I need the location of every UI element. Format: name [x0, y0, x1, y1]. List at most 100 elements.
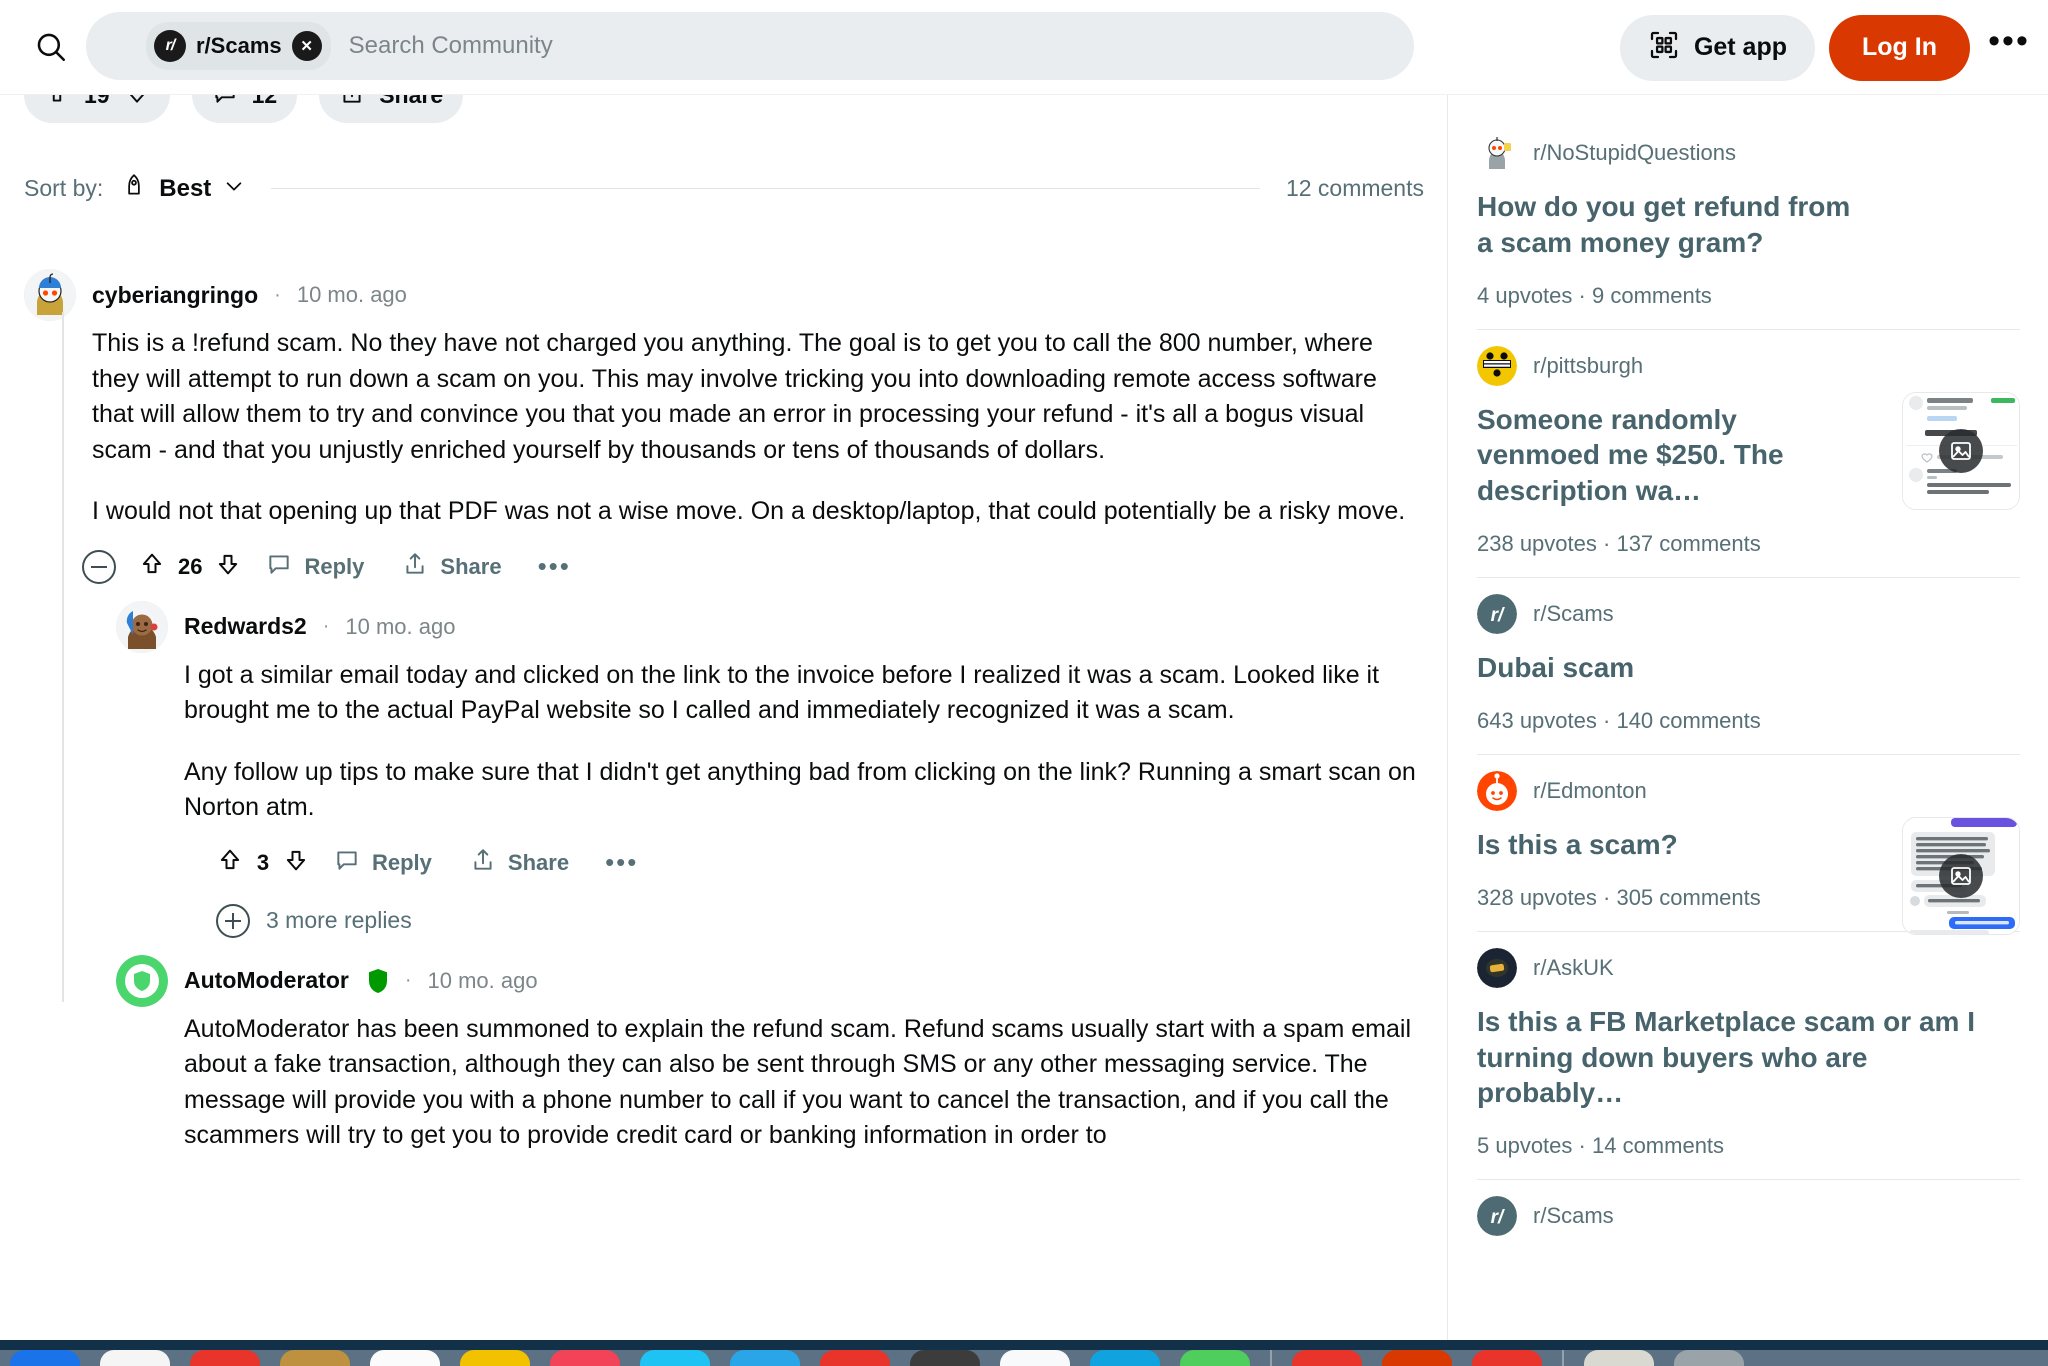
- comment-more-icon[interactable]: •••: [593, 849, 650, 876]
- sidebar-post-thumbnail[interactable]: [1902, 391, 2020, 510]
- dock-icon-whatsapp[interactable]: [1180, 1350, 1250, 1366]
- rocket-icon: [121, 173, 147, 204]
- dock-separator: [1270, 1350, 1272, 1366]
- dock-icon-music[interactable]: [550, 1350, 620, 1366]
- dock-icon-sfr[interactable]: [190, 1350, 260, 1366]
- sort-dropdown[interactable]: Best: [121, 173, 245, 204]
- vote-group: 3: [216, 846, 310, 879]
- comments-column: 19 12: [0, 95, 1448, 1340]
- dock-icon-reminders[interactable]: [460, 1350, 530, 1366]
- search-input[interactable]: [348, 32, 1414, 60]
- comment-score: 3: [256, 849, 270, 875]
- more-replies-button[interactable]: 3 more replies: [116, 892, 1424, 950]
- sidebar-subreddit-name[interactable]: r/pittsburgh: [1533, 353, 1643, 379]
- comment-author[interactable]: cyberiangringo: [92, 282, 258, 309]
- comment-author[interactable]: AutoModerator: [184, 967, 349, 994]
- reply-button[interactable]: Reply: [320, 839, 446, 887]
- comment-paragraph: AutoModerator has been summoned to expla…: [184, 1014, 1412, 1150]
- sidebar-post-title[interactable]: Is this a scam?: [1477, 827, 1867, 863]
- avatar[interactable]: [24, 269, 76, 321]
- sidebar-post-item[interactable]: r/pittsburgh Someone randomly venmoed me…: [1477, 330, 2020, 579]
- dock-icon-recording[interactable]: [1472, 1350, 1542, 1366]
- sidebar-subreddit-name[interactable]: r/NoStupidQuestions: [1533, 140, 1736, 166]
- dock-icon-messages[interactable]: [730, 1350, 800, 1366]
- dock-icon-launchpad[interactable]: [100, 1350, 170, 1366]
- sidebar-post-item[interactable]: r/ r/Scams Dubai scam 643 upvotes · 140 …: [1477, 578, 2020, 755]
- more-options-icon[interactable]: •••: [1984, 18, 2034, 78]
- post-comments-pill[interactable]: 12: [191, 95, 298, 123]
- subreddit-avatar[interactable]: [1477, 133, 1517, 173]
- subreddit-avatar[interactable]: [1477, 770, 1517, 811]
- dock-icon-documents[interactable]: [1584, 1350, 1654, 1366]
- upvote-arrow-icon[interactable]: [44, 95, 70, 111]
- close-icon[interactable]: ✕: [291, 31, 322, 61]
- community-filter-chip[interactable]: r/ r/Scams ✕: [146, 22, 331, 70]
- sidebar-post-title[interactable]: Dubai scam: [1477, 650, 1867, 686]
- downvote-arrow-icon[interactable]: [282, 846, 310, 879]
- separator-dot: ·: [1603, 531, 1617, 557]
- post-vote-pill[interactable]: 19: [24, 95, 170, 123]
- downvote-arrow-icon[interactable]: [214, 550, 242, 583]
- avatar[interactable]: [116, 600, 168, 653]
- subreddit-avatar[interactable]: [1477, 947, 1517, 988]
- post-share-pill[interactable]: Share: [319, 95, 464, 123]
- share-label: Share: [440, 553, 502, 579]
- search-icon[interactable]: [22, 18, 80, 76]
- dock-icon-downloads[interactable]: [1674, 1350, 1744, 1366]
- sidebar-post-item[interactable]: r/Edmonton Is this a scam? 328 upvotes ·…: [1477, 755, 2020, 935]
- sidebar-subreddit-name[interactable]: r/AskUK: [1533, 955, 1614, 981]
- sidebar-post-item[interactable]: r/NoStupidQuestions How do you get refun…: [1477, 117, 2020, 330]
- comment-more-icon[interactable]: •••: [526, 553, 583, 580]
- separator-dot: ·: [1603, 884, 1617, 910]
- sidebar-post-thumbnail[interactable]: [1902, 816, 2020, 935]
- sidebar-subreddit-name[interactable]: r/Edmonton: [1533, 778, 1647, 804]
- upvote-arrow-icon[interactable]: [138, 550, 166, 583]
- subreddit-avatar[interactable]: [1477, 345, 1517, 386]
- dock-icon-terminal[interactable]: [910, 1350, 980, 1366]
- dock-icon-reddit[interactable]: [1382, 1350, 1452, 1366]
- sidebar-upvotes: 5 upvotes: [1477, 1133, 1573, 1159]
- avatar[interactable]: [116, 954, 168, 1007]
- reply-button[interactable]: Reply: [252, 543, 378, 591]
- share-button[interactable]: Share: [456, 839, 583, 887]
- sidebar-post-header: r/ r/Scams: [1477, 594, 2020, 635]
- downvote-arrow-icon[interactable]: [124, 95, 150, 111]
- dock-icon-mail[interactable]: [640, 1350, 710, 1366]
- search-bar[interactable]: r/ r/Scams ✕: [86, 12, 1414, 80]
- dock-icon-notes[interactable]: [280, 1350, 350, 1366]
- share-button[interactable]: Share: [388, 543, 515, 591]
- sidebar-subreddit-name[interactable]: r/Scams: [1533, 1203, 1614, 1229]
- comment-author[interactable]: Redwards2: [184, 613, 307, 640]
- sidebar-post-title[interactable]: Is this a FB Marketplace scam or am I tu…: [1477, 1004, 2020, 1111]
- subreddit-avatar[interactable]: r/: [1477, 1196, 1517, 1237]
- dock-icon-opera[interactable]: [820, 1350, 890, 1366]
- sidebar-post-header: r/ r/Scams: [1477, 1196, 2020, 1237]
- thread-line: [62, 312, 64, 1002]
- dock-icon-finder[interactable]: [10, 1350, 80, 1366]
- subreddit-avatar[interactable]: r/: [1477, 594, 1517, 635]
- dock-icon-skype[interactable]: [1090, 1350, 1160, 1366]
- post-action-bar: 19 12: [24, 95, 464, 123]
- sidebar-upvotes: 238 upvotes: [1477, 531, 1597, 557]
- sidebar-subreddit-name[interactable]: r/Scams: [1533, 601, 1614, 627]
- sidebar-post-title[interactable]: How do you get refund from a scam money …: [1477, 189, 1867, 261]
- comment-thread: cyberiangringo · 10 mo. ago This is a !r…: [0, 250, 1448, 1162]
- upvote-arrow-icon[interactable]: [216, 846, 244, 879]
- sidebar-upvotes: 643 upvotes: [1477, 707, 1597, 733]
- separator-dot: ·: [274, 283, 281, 306]
- separator-dot: ·: [1603, 707, 1617, 733]
- comment-action-bar: 3 Reply Share •••: [116, 834, 1424, 892]
- get-app-button[interactable]: Get app: [1619, 14, 1816, 81]
- sidebar-upvotes: 328 upvotes: [1477, 884, 1597, 910]
- login-button[interactable]: Log In: [1829, 14, 1970, 81]
- community-chip-label: r/Scams: [196, 33, 282, 58]
- dock-icon-pdf[interactable]: [1292, 1350, 1362, 1366]
- dock-icon-contacts[interactable]: [370, 1350, 440, 1366]
- sidebar-post-item[interactable]: r/AskUK Is this a FB Marketplace scam or…: [1477, 932, 2020, 1181]
- qr-code-icon: [1648, 29, 1680, 66]
- sidebar-post-item[interactable]: r/ r/Scams: [1477, 1180, 2020, 1272]
- sidebar-comments: 137 comments: [1616, 531, 1761, 557]
- dock-icon-pages[interactable]: [1000, 1350, 1070, 1366]
- collapse-thread-button[interactable]: [82, 549, 116, 584]
- sidebar-post-title[interactable]: Someone randomly venmoed me $250. The de…: [1477, 402, 1867, 509]
